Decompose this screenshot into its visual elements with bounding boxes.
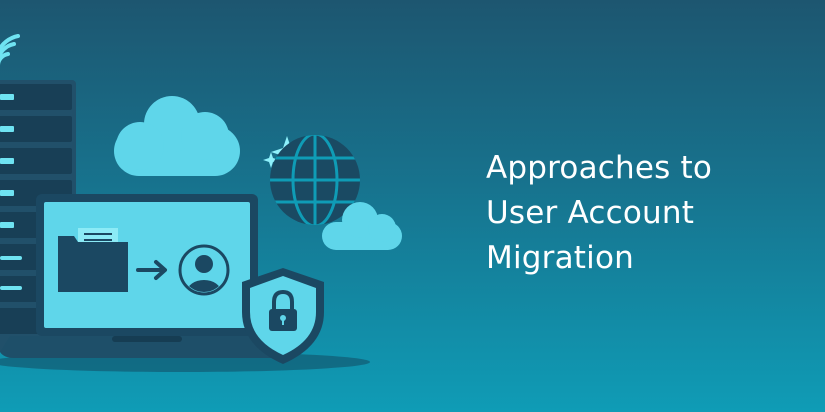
folder-icon	[58, 228, 128, 292]
wifi-icon	[0, 34, 20, 67]
cloud-icon	[114, 96, 240, 176]
page-title: Approaches to User Account Migration	[486, 146, 806, 281]
title-line-2: User Account	[486, 195, 695, 231]
hero-banner: Approaches to User Account Migration	[0, 0, 825, 412]
title-line-3: Migration	[486, 240, 634, 276]
title-line-1: Approaches to	[486, 150, 713, 186]
